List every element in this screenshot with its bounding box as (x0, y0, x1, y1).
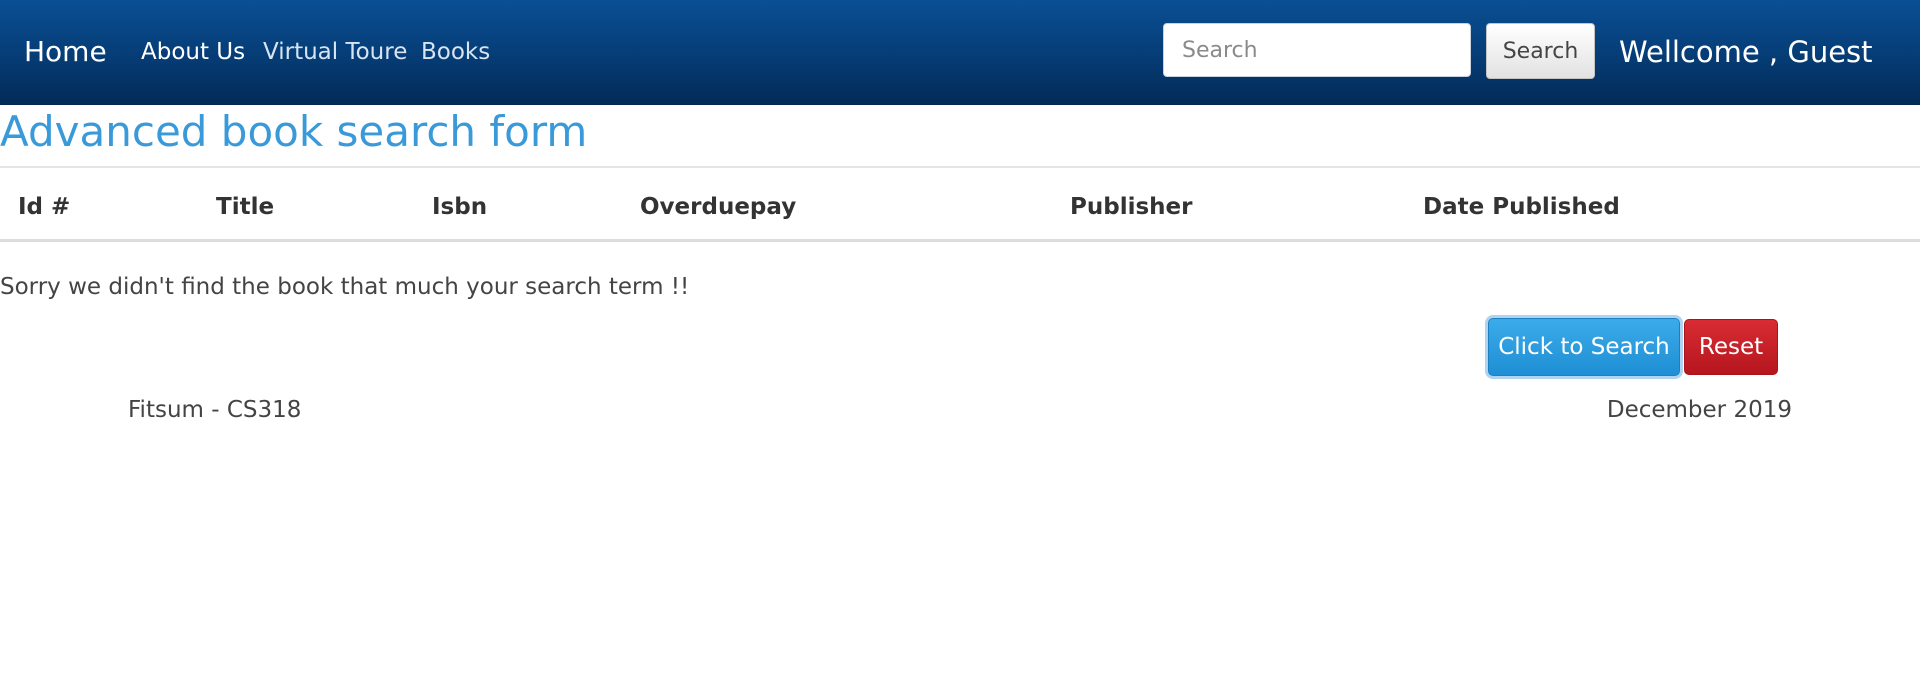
nav-link-about-us[interactable]: About Us (141, 36, 245, 68)
nav-home-link[interactable]: Home (24, 32, 107, 72)
reset-button[interactable]: Reset (1684, 319, 1778, 375)
column-header-id: Id # (18, 194, 71, 220)
column-header-title: Title (216, 194, 275, 220)
no-results-message: Sorry we didn't find the book that much … (0, 274, 690, 300)
search-input[interactable] (1163, 23, 1471, 77)
column-header-overduepay: Overduepay (640, 194, 797, 220)
nav-link-books[interactable]: Books (421, 36, 490, 68)
column-header-date-published: Date Published (1423, 194, 1620, 220)
welcome-text: Wellcome , Guest (1619, 35, 1873, 69)
column-header-isbn: Isbn (432, 194, 488, 220)
footer-author: Fitsum - CS318 (128, 397, 302, 423)
column-header-publisher: Publisher (1070, 194, 1193, 220)
footer-date: December 2019 (1606, 397, 1792, 423)
nav-link-virtual-toure[interactable]: Virtual Toure (263, 36, 407, 68)
click-to-search-button[interactable]: Click to Search (1488, 318, 1680, 376)
page-title: Advanced book search form (0, 107, 588, 156)
search-button[interactable]: Search (1486, 23, 1595, 79)
top-navbar: Home About Us Virtual Toure Books Search… (0, 0, 1920, 105)
results-table-header: Id # Title Isbn Overduepay Publisher Dat… (0, 166, 1920, 242)
